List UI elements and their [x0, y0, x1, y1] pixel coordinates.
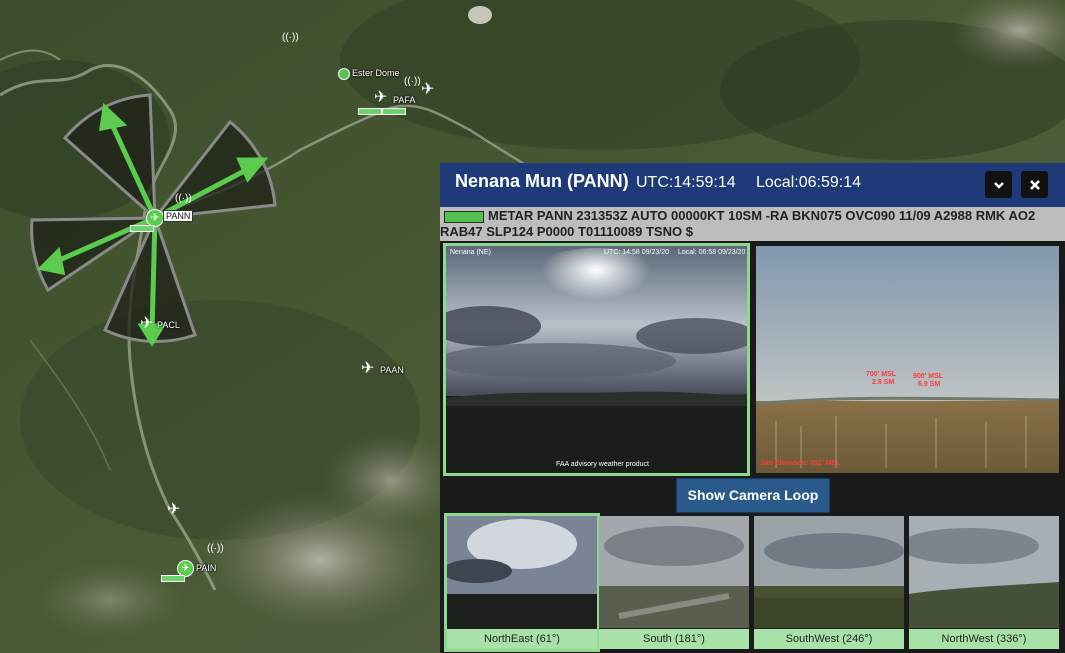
utc-time: UTC:14:59:14	[636, 174, 736, 191]
local-time: Local:06:59:14	[756, 174, 861, 191]
thumb-image	[447, 516, 597, 628]
pann-status-bar	[130, 225, 154, 232]
camera-thumb-northeast[interactable]: NorthEast (61°)	[444, 513, 600, 652]
camera-thumb-south[interactable]: South (181°)	[599, 516, 749, 649]
metar-bar: METAR PANN 231353Z AUTO 00000KT 10SM -RA…	[440, 207, 1065, 241]
ester-dome-label: Ester Dome	[352, 68, 400, 78]
camera-image-current[interactable]: Nenana (NE) UTC: 14:58 09/23/20 Local: 0…	[443, 243, 750, 476]
weather-station-icon[interactable]: ((·))	[282, 32, 299, 43]
thumb-image	[599, 516, 749, 628]
pafa-label[interactable]: PAFA	[393, 95, 415, 105]
show-camera-loop-button[interactable]: Show Camera Loop	[676, 478, 830, 513]
camera-timestamp: UTC: 14:58 09/23/20	[604, 249, 669, 256]
thumb-image	[754, 516, 904, 628]
paan-label[interactable]: PAAN	[380, 365, 404, 375]
collapse-button[interactable]	[985, 171, 1012, 198]
camera-local-time: Local: 06:58 09/23/20	[678, 249, 746, 256]
visibility-marker-2: 900' MSL	[913, 373, 944, 380]
thumb-label: South (181°)	[599, 629, 749, 649]
airport-title: Nenana Mun (PANN)	[455, 171, 629, 191]
airport-icon[interactable]: ✈	[421, 82, 434, 98]
pann-label[interactable]: PANN	[163, 210, 194, 222]
flight-category-indicator	[444, 210, 484, 223]
metar-text: METAR PANN 231353Z AUTO 00000KT 10SM -RA…	[440, 208, 1036, 239]
airport-info-panel: Nenana Mun (PANN) UTC:14:59:14 Local:06:…	[440, 163, 1065, 653]
visibility-marker-1-distance: 2.8 SM	[872, 379, 895, 386]
airport-icon[interactable]: ✈	[140, 316, 153, 332]
weather-station-icon[interactable]: ((·))	[207, 543, 224, 554]
camera-station-label: Nenana (NE)	[450, 249, 491, 256]
weather-station-icon[interactable]: ((·))	[404, 76, 421, 87]
camera-image-reference[interactable]: 700' MSL 2.8 SM 900' MSL 6.9 SM Site Ele…	[756, 246, 1059, 473]
airport-icon[interactable]: ✈	[361, 361, 374, 377]
thumb-image	[909, 516, 1059, 628]
camera-thumb-southwest[interactable]: SouthWest (246°)	[754, 516, 904, 649]
weather-station-icon[interactable]: ((·))	[175, 193, 192, 204]
pafa-status-bar	[358, 108, 382, 115]
location-dot-icon[interactable]	[338, 68, 350, 80]
thumb-label: NorthWest (336°)	[909, 629, 1059, 649]
pafa-status-bar	[382, 108, 406, 115]
visibility-marker-1: 700' MSL	[866, 371, 897, 378]
site-elevation-label: Site Elevation: 351' MSL	[760, 460, 841, 467]
chevron-down-icon	[993, 181, 1004, 189]
close-icon	[1029, 179, 1040, 190]
reference-photo	[756, 246, 1059, 473]
visibility-marker-2-distance: 6.9 SM	[918, 381, 941, 388]
airport-icon[interactable]: ✈	[167, 502, 180, 518]
panel-header: Nenana Mun (PANN) UTC:14:59:14 Local:06:…	[440, 163, 1065, 207]
pain-label[interactable]: PAIN	[196, 563, 216, 573]
thumb-label: NorthEast (61°)	[447, 629, 597, 649]
pacl-label[interactable]: PACL	[157, 320, 180, 330]
close-button[interactable]	[1021, 171, 1048, 198]
camera-watermark: FAA advisory weather product	[556, 461, 649, 468]
camera-thumb-northwest[interactable]: NorthWest (336°)	[909, 516, 1059, 649]
pain-status-bar	[161, 575, 185, 582]
airport-icon[interactable]: ✈	[374, 90, 387, 106]
thumb-label: SouthWest (246°)	[754, 629, 904, 649]
sky-photo	[446, 246, 747, 473]
